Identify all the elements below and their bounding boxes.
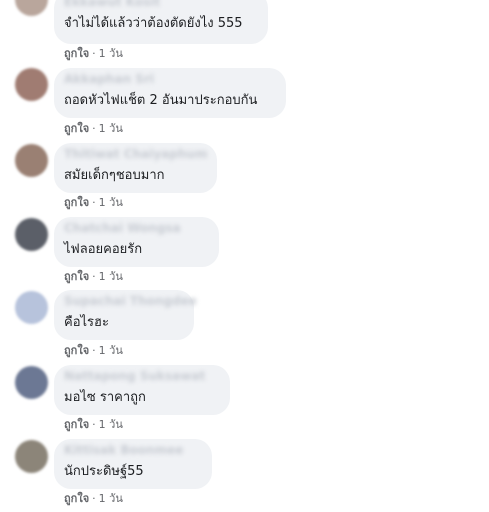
comment-text: จำไม่ได้แล้วว่าต้องตัดยังไง 555 <box>64 16 243 31</box>
comment-actions: ถูกใจ · 1 วัน <box>64 195 123 211</box>
comment-timestamp[interactable]: 1 วัน <box>99 196 123 209</box>
commenter-name[interactable]: Supachai Thongdee <box>64 294 197 308</box>
comment-bubble: Chatchai Wongsa ไฟลอยคอยรัก <box>54 217 219 267</box>
comment-timestamp[interactable]: 1 วัน <box>99 492 123 505</box>
commenter-name[interactable]: Nattapong Suksawat <box>64 369 219 383</box>
commenter-name[interactable]: Chatchai Wongsa <box>64 221 208 235</box>
comment-actions: ถูกใจ · 1 วัน <box>64 343 123 359</box>
comment-bubble: Nattapong Suksawat มอไซ ราคาถูก <box>54 365 230 415</box>
comment-actions: ถูกใจ · 1 วัน <box>64 491 123 507</box>
like-button[interactable]: ถูกใจ <box>64 492 89 505</box>
like-button[interactable]: ถูกใจ <box>64 270 89 283</box>
comment-timestamp[interactable]: 1 วัน <box>99 270 123 283</box>
comment-actions: ถูกใจ · 1 วัน <box>64 121 123 137</box>
separator-dot: · <box>92 418 96 431</box>
commenter-avatar[interactable] <box>15 0 48 16</box>
comment-timestamp[interactable]: 1 วัน <box>99 344 123 357</box>
commenter-avatar[interactable] <box>15 440 48 473</box>
comment-actions: ถูกใจ · 1 วัน <box>64 46 123 62</box>
comment-text: มอไซ ราคาถูก <box>64 390 146 405</box>
commenter-avatar[interactable] <box>15 144 48 177</box>
commenter-avatar[interactable] <box>15 291 48 324</box>
commenter-avatar[interactable] <box>15 366 48 399</box>
separator-dot: · <box>92 270 96 283</box>
comment-bubble: Supachai Thongdee คือไรฮะ <box>54 290 197 340</box>
separator-dot: · <box>92 344 96 357</box>
like-button[interactable]: ถูกใจ <box>64 196 89 209</box>
like-button[interactable]: ถูกใจ <box>64 47 89 60</box>
commenter-name[interactable]: Thitiwat Chaiyaphum <box>64 147 207 161</box>
comment-timestamp[interactable]: 1 วัน <box>99 418 123 431</box>
separator-dot: · <box>92 122 96 135</box>
commenter-name[interactable]: Kittisak Boonmee <box>64 443 201 457</box>
comment-text: ถอดหัวไฟแช็ต 2 อันมาประกอบกัน <box>64 93 258 108</box>
comment-actions: ถูกใจ · 1 วัน <box>64 417 123 433</box>
comment-bubble: Ekkawut Kosit จำไม่ได้แล้วว่าต้องตัดยังไ… <box>54 0 268 44</box>
like-button[interactable]: ถูกใจ <box>64 418 89 431</box>
comment-actions: ถูกใจ · 1 วัน <box>64 269 123 285</box>
commenter-avatar[interactable] <box>15 218 48 251</box>
comment-text: คือไรฮะ <box>64 315 109 330</box>
separator-dot: · <box>92 47 96 60</box>
comment-bubble: Thitiwat Chaiyaphum สมัยเด็กๆชอบมาก <box>54 143 217 193</box>
comment-bubble: Kittisak Boonmee นักประดิษฐ์55 <box>54 439 212 489</box>
commenter-name[interactable]: Ekkawut Kosit <box>64 0 257 9</box>
separator-dot: · <box>92 492 96 505</box>
commenter-name[interactable]: Akkaphan Sri <box>64 72 275 86</box>
like-button[interactable]: ถูกใจ <box>64 344 89 357</box>
like-button[interactable]: ถูกใจ <box>64 122 89 135</box>
comment-text: นักประดิษฐ์55 <box>64 464 144 479</box>
comment-text: สมัยเด็กๆชอบมาก <box>64 168 165 183</box>
comment-bubble: Akkaphan Sri ถอดหัวไฟแช็ต 2 อันมาประกอบก… <box>54 68 286 118</box>
comment-text: ไฟลอยคอยรัก <box>64 242 143 257</box>
separator-dot: · <box>92 196 96 209</box>
comment-timestamp[interactable]: 1 วัน <box>99 122 123 135</box>
commenter-avatar[interactable] <box>15 68 48 101</box>
comment-timestamp[interactable]: 1 วัน <box>99 47 123 60</box>
